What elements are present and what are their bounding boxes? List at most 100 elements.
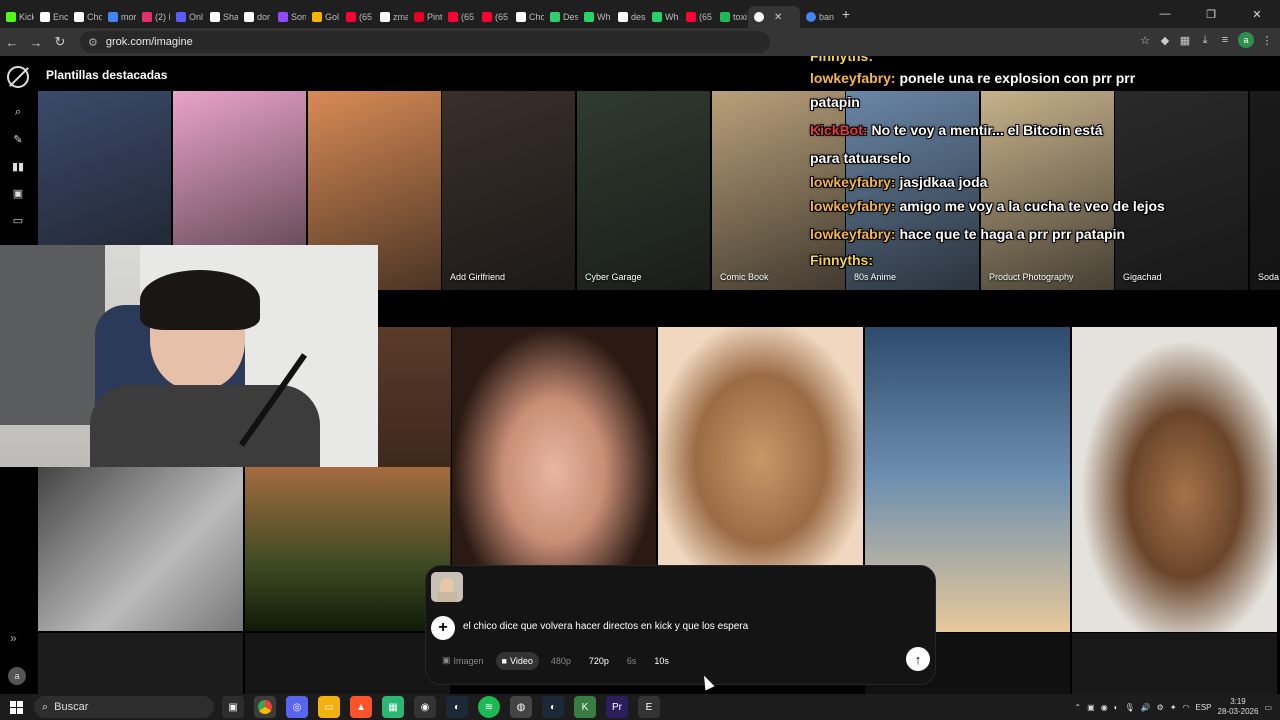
template-card[interactable]: Cyber Garage bbox=[577, 91, 710, 290]
gallery-tile-giraffe[interactable] bbox=[1072, 327, 1277, 632]
task-view-icon[interactable]: ▣ bbox=[222, 696, 244, 718]
address-bar[interactable]: ⚙ grok.com/imagine bbox=[80, 31, 770, 53]
mode-image-button[interactable]: ▣ Imagen bbox=[436, 651, 490, 670]
site-info-icon[interactable]: ⚙ bbox=[88, 36, 98, 49]
chrome-icon[interactable] bbox=[254, 696, 276, 718]
browser-tab[interactable]: Kick bbox=[0, 6, 34, 28]
epic-games-icon[interactable]: E bbox=[638, 696, 660, 718]
duration-6s-button[interactable]: 6s bbox=[621, 652, 643, 670]
reading-list-icon[interactable]: ≡ bbox=[1218, 33, 1232, 47]
reference-image-thumbnail[interactable] bbox=[431, 572, 463, 602]
gallery-tile-woman[interactable] bbox=[452, 327, 656, 567]
microphone-icon[interactable]: 🎙 bbox=[1125, 703, 1135, 712]
search-icon[interactable]: ⌕ bbox=[8, 102, 28, 122]
gallery-tile-bottom-1[interactable] bbox=[38, 633, 243, 694]
prompt-input[interactable]: el chico dice que volvera hacer directos… bbox=[463, 621, 748, 632]
restore-icon[interactable]: ❐ bbox=[1188, 0, 1234, 28]
template-card[interactable]: 80s Anime bbox=[846, 91, 979, 290]
browser-tab[interactable]: Gol bbox=[306, 6, 340, 28]
bookmark-star-icon[interactable]: ☆ bbox=[1138, 33, 1152, 47]
gallery-tile-bottom-2[interactable] bbox=[245, 633, 450, 694]
browser-tab[interactable]: Sha bbox=[204, 6, 238, 28]
template-card[interactable]: Soda bbox=[1250, 91, 1280, 290]
mode-video-button[interactable]: ■ Video bbox=[495, 651, 539, 670]
resolution-720-button[interactable]: 720p bbox=[583, 652, 615, 670]
browser-tab[interactable]: Onl bbox=[170, 6, 204, 28]
forward-icon[interactable]: → bbox=[24, 35, 48, 50]
browser-tab[interactable]: (65 bbox=[680, 6, 714, 28]
discord-icon[interactable]: ◎ bbox=[286, 696, 308, 718]
tray-icon-4[interactable]: ⚙ bbox=[1157, 703, 1164, 712]
expand-sidebar-icon[interactable]: » bbox=[10, 631, 17, 645]
browser-tab[interactable]: (65 bbox=[442, 6, 476, 28]
browser-tab[interactable]: Cho bbox=[68, 6, 102, 28]
tray-icon-3[interactable]: ◐ bbox=[1114, 703, 1119, 712]
browser-tab[interactable]: Wh bbox=[578, 6, 612, 28]
windows-start-icon[interactable] bbox=[0, 700, 32, 714]
imagine-icon[interactable]: ▣ bbox=[8, 183, 28, 203]
browser-tab[interactable]: mor bbox=[102, 6, 136, 28]
profile-avatar[interactable]: a bbox=[1238, 32, 1254, 48]
tab-after[interactable]: ban bbox=[800, 6, 834, 28]
premiere-icon[interactable]: Pr bbox=[606, 696, 628, 718]
send-button[interactable]: ↑ bbox=[906, 647, 930, 671]
template-card[interactable]: Comic Book bbox=[712, 91, 845, 290]
tray-icon-5[interactable]: ✦ bbox=[1170, 703, 1177, 712]
spotify-icon[interactable]: ≋ bbox=[478, 696, 500, 718]
browser-tab[interactable]: dor bbox=[238, 6, 272, 28]
tray-icon-1[interactable]: ▣ bbox=[1087, 703, 1095, 712]
browser-tab[interactable]: Son bbox=[272, 6, 306, 28]
browser-tab[interactable]: Pint bbox=[408, 6, 442, 28]
wifi-icon[interactable]: ◠ bbox=[1183, 703, 1190, 712]
gallery-tile-grass[interactable] bbox=[245, 467, 450, 631]
store-icon[interactable]: ▦ bbox=[382, 696, 404, 718]
steam-2-icon[interactable]: ◐ bbox=[542, 696, 564, 718]
duration-10s-button[interactable]: 10s bbox=[648, 652, 675, 670]
user-avatar[interactable]: a bbox=[8, 667, 26, 685]
close-window-icon[interactable]: ✕ bbox=[1234, 0, 1280, 28]
browser-tab[interactable]: desi bbox=[612, 6, 646, 28]
browser-tab[interactable]: Des bbox=[544, 6, 578, 28]
extension-icon[interactable]: ◆ bbox=[1158, 33, 1172, 47]
edit-icon[interactable]: ✎ bbox=[8, 129, 28, 149]
template-card[interactable]: Product Photography bbox=[981, 91, 1114, 290]
brave-icon[interactable]: ▲ bbox=[350, 696, 372, 718]
clock[interactable]: 3:19 28-03-2026 bbox=[1218, 697, 1259, 717]
file-explorer-icon[interactable]: ▭ bbox=[318, 696, 340, 718]
extensions-puzzle-icon[interactable]: ▦ bbox=[1178, 33, 1192, 47]
browser-tab[interactable]: (65 bbox=[340, 6, 374, 28]
tab-active[interactable]: ✕ bbox=[748, 6, 800, 28]
language-indicator[interactable]: ESP bbox=[1196, 703, 1212, 712]
taskbar-search[interactable]: ⌕ Buscar bbox=[34, 696, 214, 718]
close-tab-icon[interactable]: ✕ bbox=[774, 12, 782, 23]
browser-tab[interactable]: toxi bbox=[714, 6, 748, 28]
browser-tab[interactable]: zma bbox=[374, 6, 408, 28]
new-tab-button[interactable]: + bbox=[834, 6, 858, 22]
reload-icon[interactable]: ↻ bbox=[48, 34, 72, 50]
back-icon[interactable]: ← bbox=[0, 35, 24, 50]
obs-icon[interactable]: ◉ bbox=[414, 696, 436, 718]
browser-tab[interactable]: Enc bbox=[34, 6, 68, 28]
browser-tab[interactable]: (65 bbox=[476, 6, 510, 28]
steam-icon[interactable]: ◐ bbox=[446, 696, 468, 718]
minimize-icon[interactable]: — bbox=[1142, 0, 1188, 28]
gallery-tile-reader[interactable] bbox=[38, 467, 243, 631]
app-icon[interactable]: ◍ bbox=[510, 696, 532, 718]
browser-tab[interactable]: (2) I bbox=[136, 6, 170, 28]
add-attachment-button[interactable]: + bbox=[431, 616, 455, 640]
download-icon[interactable]: ⤓ bbox=[1198, 33, 1212, 47]
tray-icon-2[interactable]: ◉ bbox=[1101, 703, 1108, 712]
gallery-tile-creature[interactable] bbox=[658, 327, 863, 567]
folder-icon[interactable]: ▭ bbox=[8, 210, 28, 230]
volume-icon[interactable]: 🔊 bbox=[1141, 703, 1151, 712]
notifications-icon[interactable]: ▭ bbox=[1264, 703, 1272, 712]
gallery-tile-bottom-4[interactable] bbox=[1072, 633, 1277, 694]
resolution-480-button[interactable]: 480p bbox=[545, 652, 577, 670]
tray-chevron-icon[interactable]: ⌃ bbox=[1074, 703, 1081, 712]
browser-tab[interactable]: Cho bbox=[510, 6, 544, 28]
kick-app-icon[interactable]: K bbox=[574, 696, 596, 718]
voice-icon[interactable]: ▮▮ bbox=[8, 156, 28, 176]
template-card[interactable]: Gigachad bbox=[1115, 91, 1248, 290]
browser-tab[interactable]: Wh bbox=[646, 6, 680, 28]
template-card[interactable]: Add Girlfriend bbox=[442, 91, 575, 290]
